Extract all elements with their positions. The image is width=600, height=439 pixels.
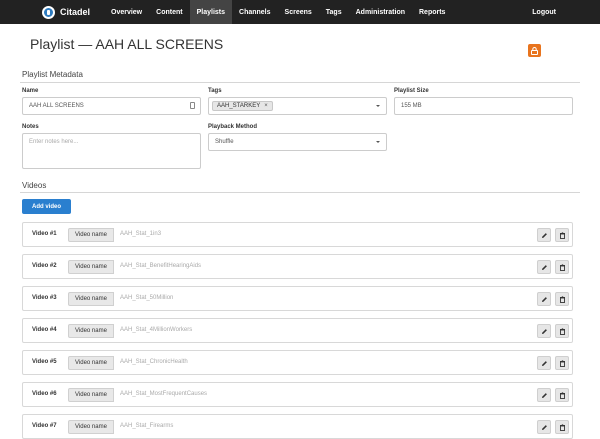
delete-video-button[interactable] [555, 324, 569, 338]
add-video-button[interactable]: Add video [22, 199, 71, 214]
video-name-label: Video name [68, 292, 114, 306]
video-name-value: AAH_Stat_BenefitHearingAids [120, 263, 202, 269]
playlist-size-field: 155 MB [394, 97, 573, 115]
top-navbar: Citadel Overview Content Playlists Chann… [0, 0, 600, 24]
tags-label: Tags [208, 88, 222, 94]
nav-item-playlists[interactable]: Playlists [189, 0, 233, 24]
video-number: Video #3 [32, 295, 57, 301]
chevron-down-icon [376, 141, 380, 143]
trash-icon [559, 327, 565, 335]
notes-placeholder: Enter notes here... [29, 139, 79, 145]
video-name-label: Video name [68, 228, 114, 242]
playback-method-label: Playback Method [208, 124, 258, 130]
video-number: Video #7 [32, 423, 57, 429]
tag-remove-icon[interactable]: × [264, 103, 268, 109]
delete-video-button[interactable] [555, 420, 569, 434]
pencil-icon [541, 392, 547, 398]
video-number: Video #2 [32, 263, 57, 269]
edit-video-button[interactable] [537, 420, 551, 434]
page-title: Playlist — AAH ALL SCREENS [30, 36, 224, 52]
video-row: Video #3 Video name AAH_Stat_50Million [22, 286, 573, 311]
video-number: Video #5 [32, 359, 57, 365]
notes-label: Notes [22, 124, 39, 130]
video-row: Video #2 Video name AAH_Stat_BenefitHearin… [22, 254, 573, 279]
pencil-icon [541, 328, 547, 334]
nav-item-channels[interactable]: Channels [232, 0, 278, 24]
video-number: Video #6 [32, 391, 57, 397]
metadata-divider [20, 82, 580, 83]
trash-icon [559, 359, 565, 367]
pencil-icon [541, 264, 547, 270]
video-row: Video #6 Video name AAH_Stat_MostFrequentC… [22, 382, 573, 407]
playback-method-value: Shuffle [215, 139, 234, 145]
trash-icon [559, 423, 565, 431]
tag-chip: AAH_STARKEY × [212, 101, 273, 111]
video-name-value: AAH_Stat_MostFrequentCauses [120, 391, 208, 397]
tag-chip-label: AAH_STARKEY [217, 103, 261, 109]
edit-video-button[interactable] [537, 324, 551, 338]
pencil-icon [541, 296, 547, 302]
pencil-icon [541, 424, 547, 430]
edit-video-button[interactable] [537, 228, 551, 242]
lock-icon [531, 46, 538, 55]
video-row: Video #4 Video name AAH_Stat_4MillionWorke… [22, 318, 573, 343]
delete-video-button[interactable] [555, 260, 569, 274]
nav-item-administration[interactable]: Administration [349, 0, 412, 24]
playlist-size-label: Playlist Size [394, 88, 429, 94]
trash-icon [559, 263, 565, 271]
trash-icon [559, 295, 565, 303]
nav-item-screens[interactable]: Screens [278, 0, 319, 24]
edit-video-button[interactable] [537, 292, 551, 306]
playback-method-select[interactable]: Shuffle [208, 133, 387, 151]
video-row: Video #1 Video name AAH_Stat_1in3 [22, 222, 573, 247]
video-number: Video #4 [32, 327, 57, 333]
video-name-value: AAH_Stat_4MillionWorkers [120, 327, 193, 333]
clipboard-icon [190, 102, 195, 109]
video-name-label: Video name [68, 356, 114, 370]
video-name-value: AAH_Stat_1in3 [120, 231, 162, 237]
video-name-value: AAH_Stat_Firearms [120, 423, 174, 429]
videos-divider [20, 192, 580, 193]
nav-item-tags[interactable]: Tags [319, 0, 349, 24]
delete-video-button[interactable] [555, 356, 569, 370]
trash-icon [559, 391, 565, 399]
nav-item-content[interactable]: Content [149, 0, 189, 24]
video-name-value: AAH_Stat_50Million [120, 295, 174, 301]
tags-select[interactable]: AAH_STARKEY × [208, 97, 387, 115]
nav-item-overview[interactable]: Overview [104, 0, 149, 24]
name-label: Name [22, 88, 39, 94]
video-name-label: Video name [68, 324, 114, 338]
video-name-label: Video name [68, 260, 114, 274]
nav-menu: Overview Content Playlists Channels Scre… [104, 0, 452, 24]
playlist-size-value: 155 MB [401, 103, 422, 109]
video-name-label: Video name [68, 388, 114, 402]
edit-video-button[interactable] [537, 356, 551, 370]
lock-button[interactable] [528, 44, 541, 57]
edit-video-button[interactable] [537, 388, 551, 402]
logout-link[interactable]: Logout [532, 0, 556, 24]
citadel-logo-icon [42, 5, 55, 19]
delete-video-button[interactable] [555, 292, 569, 306]
videos-section-title: Videos [22, 181, 47, 190]
nav-item-reports[interactable]: Reports [412, 0, 452, 24]
delete-video-button[interactable] [555, 388, 569, 402]
metadata-section-title: Playlist Metadata [22, 70, 83, 79]
trash-icon [559, 231, 565, 239]
video-name-value: AAH_Stat_ChronicHealth [120, 359, 188, 365]
pencil-icon [541, 232, 547, 238]
video-row: Video #7 Video name AAH_Stat_Firearms [22, 414, 573, 439]
delete-video-button[interactable] [555, 228, 569, 242]
chevron-down-icon [376, 105, 380, 107]
pencil-icon [541, 360, 547, 366]
notes-textarea[interactable]: Enter notes here... [22, 133, 201, 169]
video-name-label: Video name [68, 420, 114, 434]
video-row: Video #5 Video name AAH_Stat_ChronicHealth [22, 350, 573, 375]
brand-name: Citadel [60, 7, 91, 17]
video-number: Video #1 [32, 231, 57, 237]
name-input[interactable]: AAH ALL SCREENS [22, 97, 201, 115]
edit-video-button[interactable] [537, 260, 551, 274]
name-value: AAH ALL SCREENS [29, 103, 84, 109]
brand[interactable]: Citadel [0, 0, 104, 24]
